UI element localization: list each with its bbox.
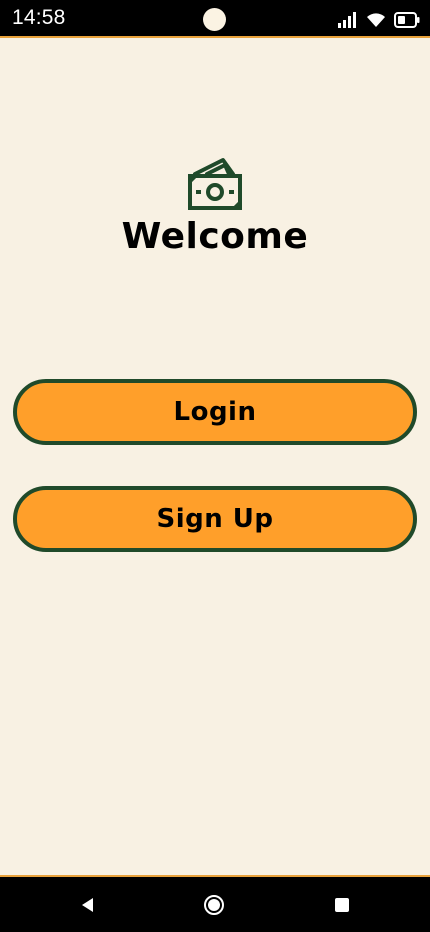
navigation-bar: [0, 875, 430, 932]
home-icon[interactable]: [202, 893, 226, 917]
signal-icon: [338, 12, 358, 28]
sign-up-button-label: Sign Up: [156, 504, 274, 534]
login-button[interactable]: Login: [13, 379, 417, 445]
page-title: Welcome: [121, 216, 309, 257]
status-icons: [338, 10, 420, 30]
status-time: 14:58: [12, 6, 66, 29]
money-bills-icon: [187, 156, 243, 212]
status-bar: 14:58: [0, 0, 430, 38]
camera-cutout: [203, 8, 226, 31]
back-icon[interactable]: [76, 893, 100, 917]
wifi-icon: [366, 12, 386, 28]
login-button-label: Login: [173, 397, 257, 427]
battery-icon: [394, 12, 420, 28]
recents-icon[interactable]: [330, 893, 354, 917]
sign-up-button[interactable]: Sign Up: [13, 486, 417, 552]
